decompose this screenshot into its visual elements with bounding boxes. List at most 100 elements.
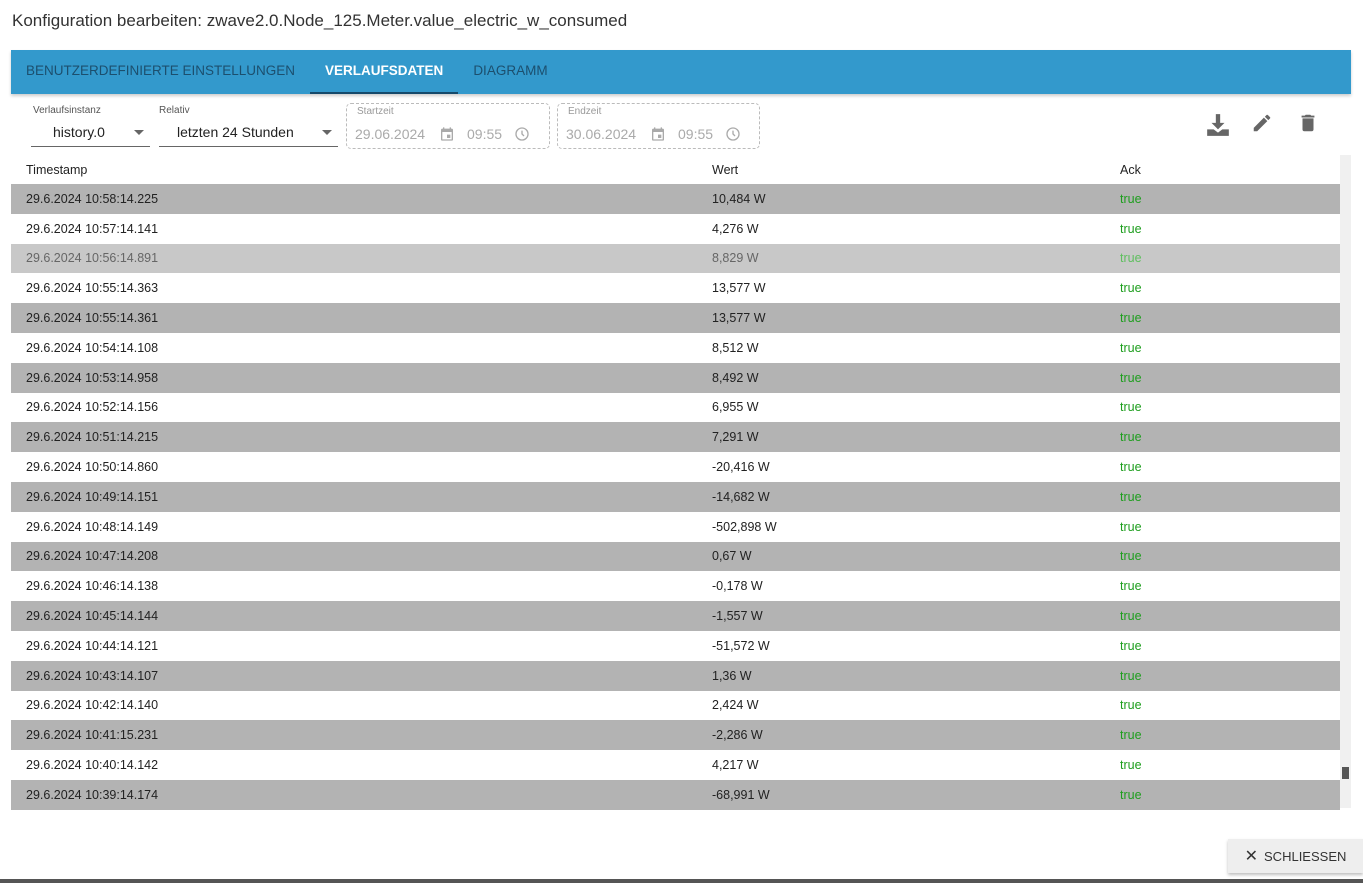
- table-row[interactable]: 29.6.2024 10:55:14.363 13,577 W true: [11, 273, 1340, 303]
- table-row[interactable]: 29.6.2024 10:56:14.891 8,829 W true: [11, 243, 1340, 274]
- tab-chart[interactable]: DIAGRAMM: [458, 50, 562, 94]
- chevron-down-icon: [322, 130, 332, 135]
- table-row[interactable]: 29.6.2024 10:48:14.149 -502,898 W true: [11, 512, 1340, 542]
- ack-cell: true: [1120, 489, 1142, 504]
- timestamp-cell: 29.6.2024 10:54:14.108: [26, 340, 159, 355]
- tab-history-data[interactable]: VERLAUFSDATEN: [310, 50, 459, 94]
- clock-icon[interactable]: [725, 126, 741, 142]
- table-row[interactable]: 29.6.2024 10:42:14.140 2,424 W true: [11, 691, 1340, 721]
- value-cell: -502,898 W: [712, 519, 777, 534]
- timestamp-cell: 29.6.2024 10:52:14.156: [26, 400, 159, 415]
- table-row[interactable]: 29.6.2024 10:46:14.138 -0,178 W true: [11, 571, 1340, 601]
- value-cell: -2,286 W: [712, 728, 763, 743]
- ack-cell: true: [1120, 519, 1142, 534]
- relative-select[interactable]: Relativ letzten 24 Stunden: [159, 100, 338, 147]
- table-row[interactable]: 29.6.2024 10:55:14.361 13,577 W true: [11, 303, 1340, 333]
- table-row[interactable]: 29.6.2024 10:51:14.215 7,291 W true: [11, 422, 1340, 453]
- end-date[interactable]: 30.06.2024: [566, 126, 636, 142]
- header-timestamp[interactable]: Timestamp: [11, 163, 697, 177]
- value-cell: 8,492 W: [712, 370, 759, 385]
- table-row[interactable]: 29.6.2024 10:45:14.144 -1,557 W true: [11, 601, 1340, 631]
- value-cell: -51,572 W: [712, 638, 770, 653]
- timestamp-cell: 29.6.2024 10:46:14.138: [26, 579, 159, 594]
- pencil-icon: [1253, 114, 1271, 132]
- table-row[interactable]: 29.6.2024 10:47:14.208 0,67 W true: [11, 541, 1340, 572]
- timestamp-cell: 29.6.2024 10:53:14.958: [26, 370, 159, 385]
- close-icon: ✕: [1244, 848, 1259, 865]
- ack-cell: true: [1120, 787, 1142, 802]
- table-row[interactable]: 29.6.2024 10:44:14.121 -51,572 W true: [11, 631, 1340, 661]
- timestamp-cell: 29.6.2024 10:55:14.361: [26, 311, 159, 326]
- history-table: Timestamp Wert Ack 29.6.2024 10:58:14.22…: [11, 155, 1340, 810]
- calendar-icon[interactable]: [650, 126, 666, 142]
- close-button[interactable]: ✕ SCHLIESSEN: [1228, 839, 1363, 873]
- value-cell: 10,484 W: [712, 191, 766, 206]
- timestamp-cell: 29.6.2024 10:55:14.363: [26, 281, 159, 296]
- download-icon: [1207, 114, 1229, 136]
- ack-cell: true: [1120, 609, 1142, 624]
- ack-cell: true: [1120, 340, 1142, 355]
- edit-button[interactable]: [1251, 112, 1275, 138]
- table-row[interactable]: 29.6.2024 10:40:14.142 4,217 W true: [11, 750, 1340, 780]
- table-row[interactable]: 29.6.2024 10:43:14.107 1,36 W true: [11, 660, 1340, 691]
- value-cell: 2,424 W: [712, 698, 759, 713]
- scrollbar-thumb[interactable]: [1342, 767, 1349, 779]
- header-ack[interactable]: Ack: [1105, 163, 1141, 177]
- table-row[interactable]: 29.6.2024 10:58:14.225 10,484 W true: [11, 184, 1340, 214]
- ack-cell: true: [1120, 430, 1142, 445]
- start-date[interactable]: 29.06.2024: [355, 126, 425, 142]
- start-time[interactable]: 09:55: [467, 126, 502, 142]
- download-button[interactable]: [1205, 112, 1229, 138]
- ack-cell: true: [1120, 191, 1142, 206]
- relative-label: Relativ: [159, 105, 190, 116]
- start-time-field[interactable]: Startzeit 29.06.2024 09:55: [346, 103, 550, 149]
- clock-icon[interactable]: [514, 126, 530, 142]
- value-cell: -20,416 W: [712, 460, 770, 475]
- value-cell: -1,557 W: [712, 609, 763, 624]
- table-row[interactable]: 29.6.2024 10:52:14.156 6,955 W true: [11, 393, 1340, 423]
- ack-cell: true: [1120, 281, 1142, 296]
- timestamp-cell: 29.6.2024 10:41:15.231: [26, 728, 159, 743]
- instance-label: Verlaufsinstanz: [33, 105, 101, 116]
- table-row[interactable]: 29.6.2024 10:41:15.231 -2,286 W true: [11, 720, 1340, 751]
- value-cell: 4,276 W: [712, 221, 759, 236]
- chevron-down-icon: [134, 130, 144, 135]
- table-row[interactable]: 29.6.2024 10:53:14.958 8,492 W true: [11, 362, 1340, 393]
- value-cell: 7,291 W: [712, 430, 759, 445]
- start-label: Startzeit: [357, 106, 394, 117]
- value-cell: -68,991 W: [712, 787, 770, 802]
- timestamp-cell: 29.6.2024 10:39:14.174: [26, 787, 159, 802]
- timestamp-cell: 29.6.2024 10:58:14.225: [26, 191, 159, 206]
- action-buttons: [1205, 112, 1321, 138]
- timestamp-cell: 29.6.2024 10:48:14.149: [26, 519, 159, 534]
- table-scrollbar[interactable]: [1340, 155, 1351, 808]
- ack-cell: true: [1120, 758, 1142, 773]
- table-row[interactable]: 29.6.2024 10:54:14.108 8,512 W true: [11, 333, 1340, 363]
- ack-cell: true: [1120, 668, 1142, 683]
- ack-cell: true: [1120, 460, 1142, 475]
- header-value[interactable]: Wert: [697, 163, 1105, 177]
- tab-custom-settings[interactable]: BENUTZERDEFINIERTE EINSTELLUNGEN: [11, 50, 310, 94]
- close-label: SCHLIESSEN: [1264, 848, 1347, 864]
- trash-icon: [1301, 114, 1315, 132]
- end-time[interactable]: 09:55: [678, 126, 713, 142]
- instance-select[interactable]: Verlaufsinstanz history.0: [31, 100, 150, 147]
- value-cell: 8,829 W: [712, 251, 759, 266]
- ack-cell: true: [1120, 311, 1142, 326]
- ack-cell: true: [1120, 728, 1142, 743]
- value-cell: 6,955 W: [712, 400, 759, 415]
- table-row[interactable]: 29.6.2024 10:50:14.860 -20,416 W true: [11, 452, 1340, 482]
- relative-value: letzten 24 Stunden: [177, 124, 294, 140]
- end-time-field[interactable]: Endzeit 30.06.2024 09:55: [557, 103, 760, 149]
- ack-cell: true: [1120, 400, 1142, 415]
- table-header: Timestamp Wert Ack: [11, 155, 1340, 184]
- delete-button[interactable]: [1297, 112, 1321, 138]
- instance-value: history.0: [53, 124, 105, 140]
- value-cell: 1,36 W: [712, 668, 752, 683]
- table-row[interactable]: 29.6.2024 10:39:14.174 -68,991 W true: [11, 779, 1340, 810]
- calendar-icon[interactable]: [439, 126, 455, 142]
- table-row[interactable]: 29.6.2024 10:49:14.151 -14,682 W true: [11, 481, 1340, 512]
- history-toolbar: Verlaufsinstanz history.0 Relativ letzte…: [11, 100, 1351, 152]
- timestamp-cell: 29.6.2024 10:43:14.107: [26, 668, 159, 683]
- table-row[interactable]: 29.6.2024 10:57:14.141 4,276 W true: [11, 214, 1340, 244]
